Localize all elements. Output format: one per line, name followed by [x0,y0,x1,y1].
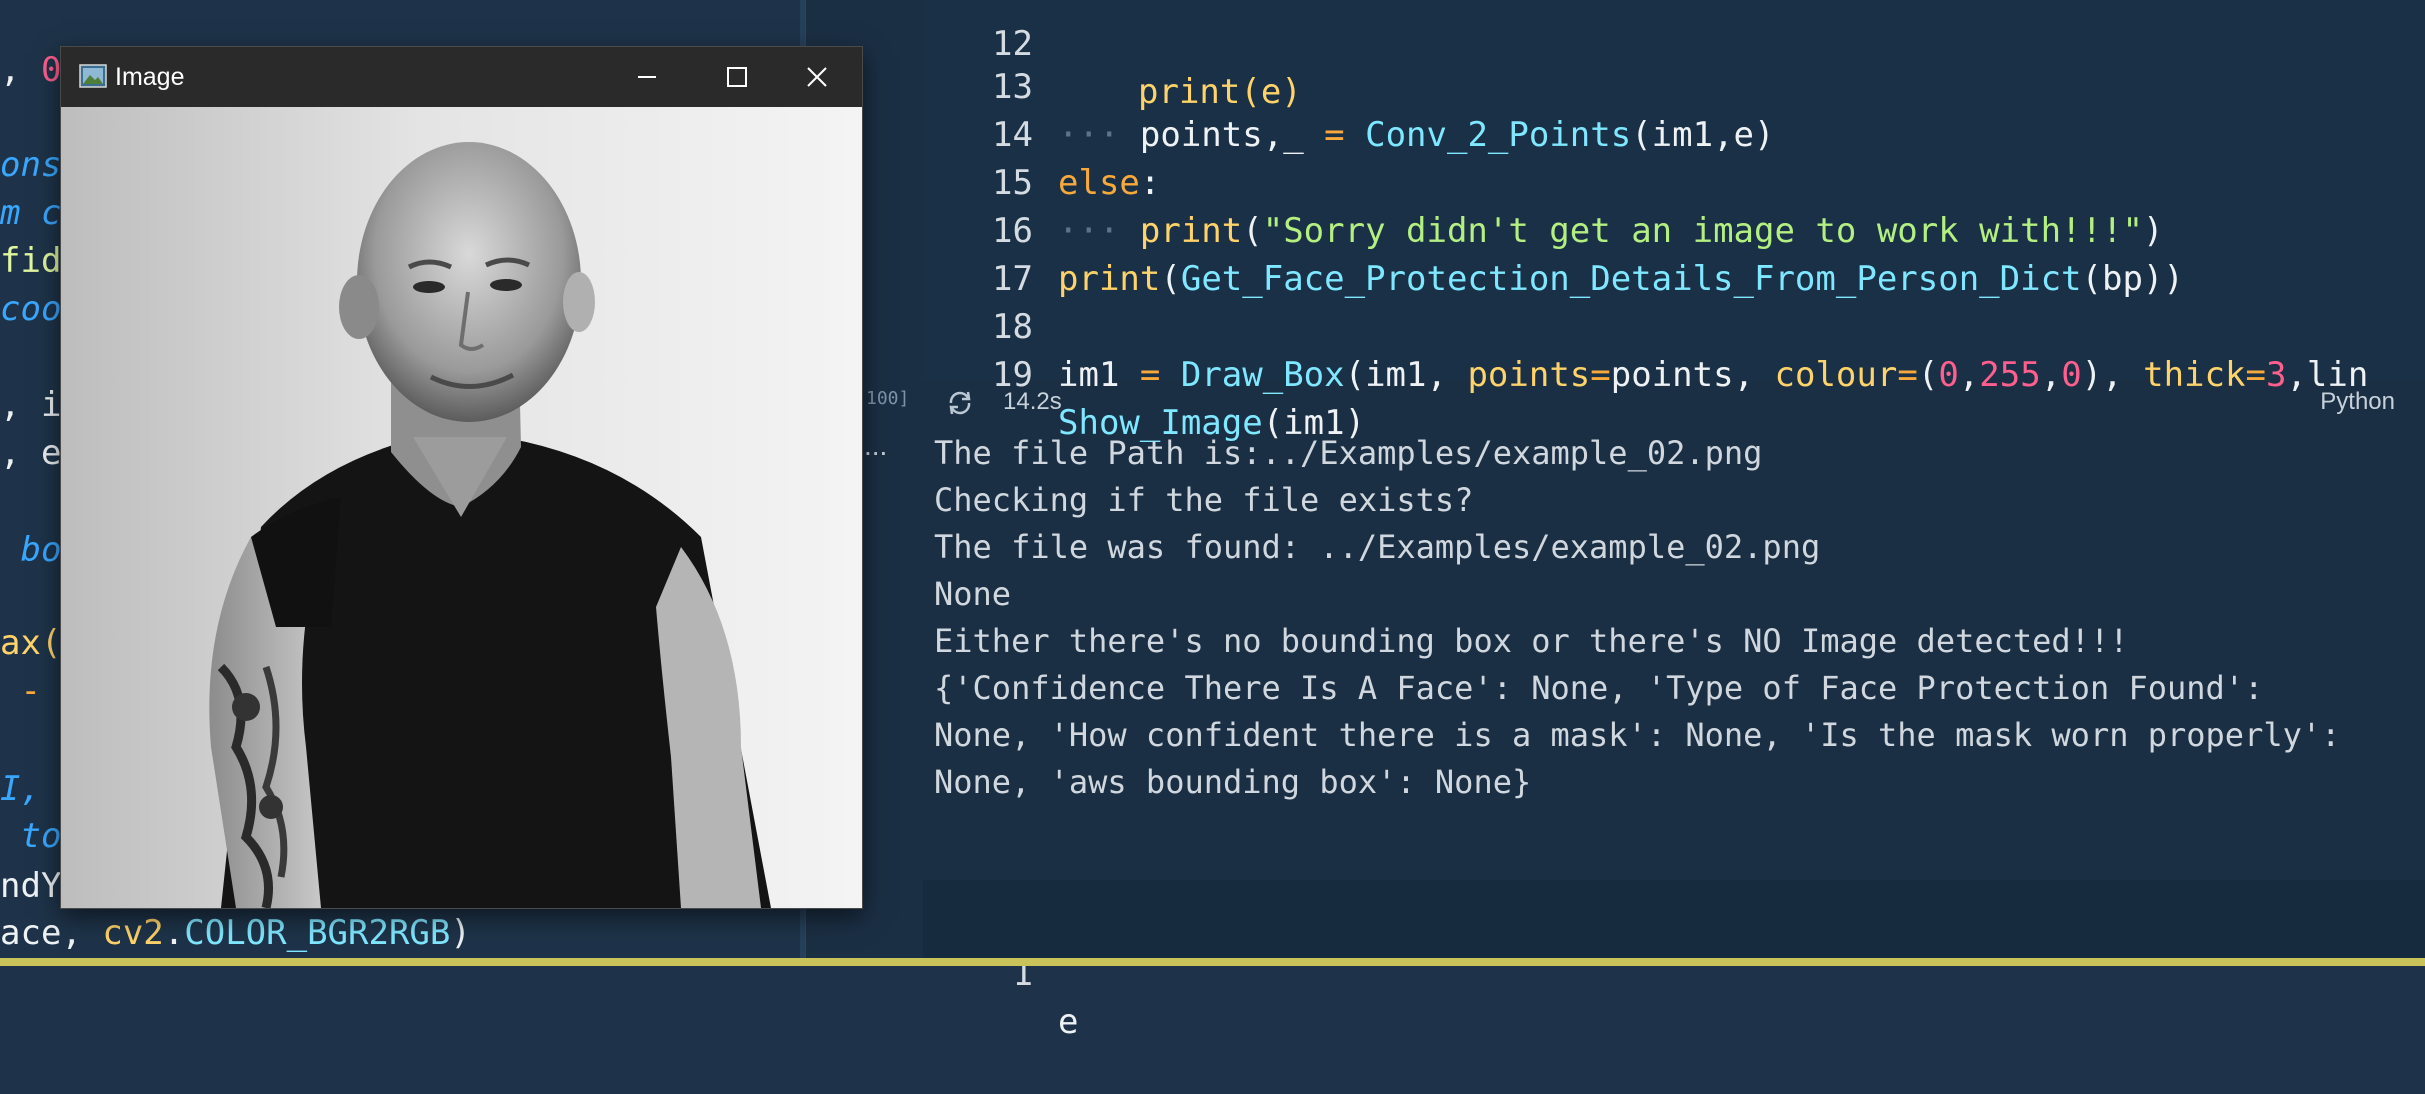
code-line-16: 16 print(Get_Face_Protection_Details_Fro… [992,211,2184,299]
refresh-icon[interactable] [943,386,977,420]
left-code-line: m c [0,193,62,233]
output-line: Either there's no bounding box or there'… [934,622,2129,660]
left-code-line: , i [0,385,62,425]
execution-time: 14.2s [1003,388,1062,415]
left-code-line: bo [0,530,62,570]
left-code-line: ons [0,145,62,185]
close-button[interactable] [772,47,862,107]
window-titlebar[interactable]: Image [61,47,862,107]
left-code-line: coo [0,289,62,329]
left-code-line: ndY [0,866,62,906]
left-code-line: - [0,671,41,711]
left-code-line: ace, cv2.COLOR_BGR2RGB) [0,913,471,953]
output-line: None [934,575,1012,613]
output-line: Checking if the file exists? [934,481,1474,519]
image-app-icon [79,64,107,88]
minimize-button[interactable] [602,47,692,107]
status-bar-strip [0,958,2425,966]
cell-language[interactable]: Python [2320,388,2395,416]
output-more-button[interactable]: ... [864,430,887,462]
execution-count: 100] [866,388,910,409]
cell-output: ... The file Path is:../Examples/example… [828,430,2425,830]
minimize-icon [638,76,656,78]
code-line-15: 15 ··· print("Sorry didn't get an image … [992,163,2164,251]
code-cell-2[interactable]: 1 e [923,880,2425,1042]
maximize-icon [727,67,747,87]
code-line-14: 14 else: [992,115,1161,203]
left-code-line: to [0,816,62,856]
output-line: The file was found: ../Examples/example_… [934,528,1821,566]
output-line: The file Path is:../Examples/example_02.… [934,434,1763,472]
output-line: None, 'aws bounding box': None} [934,763,1532,801]
left-code-line: , e [0,433,62,473]
close-icon [807,67,827,87]
notebook-pane: 12 print(e) 13 ··· points,_ = Conv_2_Poi… [828,0,2425,1042]
code-cell[interactable]: 12 print(e) 13 ··· points,_ = Conv_2_Poi… [923,0,2425,443]
window-title: Image [115,63,185,91]
output-line: None, 'How confident there is a mask': N… [934,716,2341,754]
left-code-line: I, [0,769,62,809]
left-code-line: ax( [0,623,62,663]
portrait-photo [61,107,862,908]
output-line: {'Confidence There Is A Face': None, 'Ty… [934,669,2264,707]
left-code-line: fid [0,241,62,281]
cell-status-bar: 100] 14.2s Python [828,380,2425,426]
left-code-line: , 0 [0,50,62,90]
code-line-17: 17 [992,259,1033,299]
image-window[interactable]: Image [60,46,863,909]
code-line-13: 13 ··· points,_ = Conv_2_Points(im1,e) [992,67,1775,155]
maximize-button[interactable] [692,47,782,107]
code-line-1: 1 e [1012,954,1079,1042]
code-line-19: 19 Show_Image(im1) [992,355,1366,443]
code-line-18: 18 im1 = Draw_Box(im1, points=points, co… [992,307,2369,395]
